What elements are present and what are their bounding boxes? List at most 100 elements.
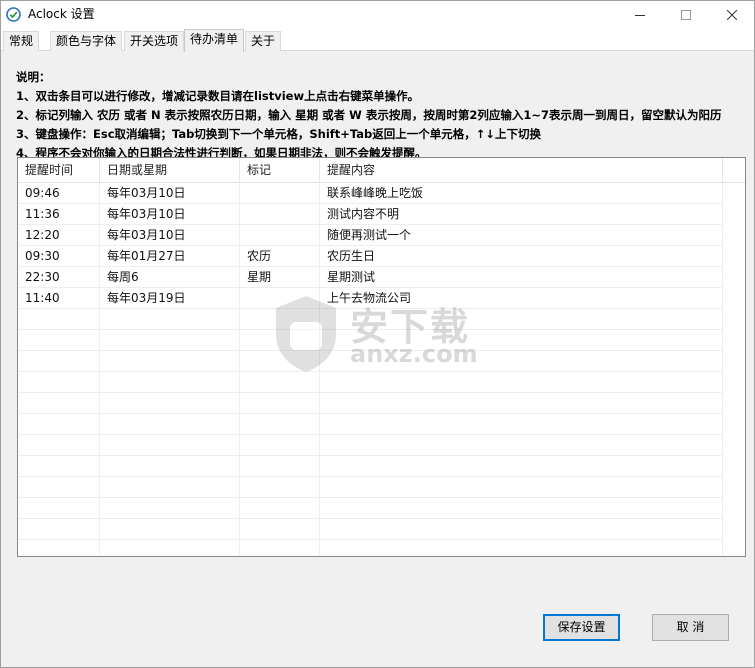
cell-date[interactable] [100,498,240,519]
cell-mark[interactable] [240,183,320,204]
cell-time[interactable]: 12:20 [18,225,100,246]
cell-mark[interactable] [240,519,320,540]
cell-date[interactable] [100,309,240,330]
cell-time[interactable]: 11:40 [18,288,100,309]
cell-content[interactable] [320,393,723,414]
cell-mark[interactable]: 星期 [240,267,320,288]
table-row[interactable] [18,498,745,519]
cell-time[interactable] [18,540,100,556]
cancel-button[interactable]: 取 消 [652,614,729,641]
cell-content[interactable] [320,519,723,540]
cell-date[interactable]: 每年03月19日 [100,288,240,309]
cell-content[interactable]: 随便再测试一个 [320,225,723,246]
column-header-time[interactable]: 提醒时间 [18,158,100,183]
todo-listview[interactable]: 提醒时间 日期或星期 标记 提醒内容 09:46 每年03月10日 联系峰峰晚上吃饭… [17,157,746,557]
cell-date[interactable]: 每年03月10日 [100,183,240,204]
cell-date[interactable] [100,351,240,372]
table-row[interactable] [18,435,745,456]
table-row[interactable]: 11:36 每年03月10日 测试内容不明 [18,204,745,225]
cell-time[interactable]: 22:30 [18,267,100,288]
table-row[interactable] [18,330,745,351]
cell-mark[interactable] [240,204,320,225]
table-row[interactable]: 12:20 每年03月10日 随便再测试一个 [18,225,745,246]
cell-content[interactable]: 星期测试 [320,267,723,288]
column-header-date[interactable]: 日期或星期 [100,158,240,183]
cell-date[interactable] [100,372,240,393]
table-row[interactable] [18,393,745,414]
cell-content[interactable] [320,351,723,372]
cell-mark[interactable] [240,435,320,456]
cell-content[interactable] [320,372,723,393]
save-settings-button[interactable]: 保存设置 [543,614,620,641]
column-header-content[interactable]: 提醒内容 [320,158,723,183]
cell-content[interactable] [320,435,723,456]
cell-date[interactable] [100,414,240,435]
tab-colors-fonts[interactable]: 颜色与字体 [50,31,123,51]
table-row[interactable] [18,351,745,372]
cell-mark[interactable] [240,309,320,330]
cell-date[interactable] [100,456,240,477]
table-row[interactable]: 09:46 每年03月10日 联系峰峰晚上吃饭 [18,183,745,204]
cell-time[interactable] [18,309,100,330]
maximize-button[interactable] [663,1,709,29]
cell-mark[interactable] [240,225,320,246]
cell-content[interactable]: 农历生日 [320,246,723,267]
cell-date[interactable]: 每年03月10日 [100,204,240,225]
cell-mark[interactable] [240,330,320,351]
cell-content[interactable]: 上午去物流公司 [320,288,723,309]
cell-mark[interactable] [240,372,320,393]
cell-date[interactable]: 每年01月27日 [100,246,240,267]
table-row[interactable] [18,309,745,330]
cell-date[interactable] [100,477,240,498]
tab-about[interactable]: 关于 [245,31,282,51]
cell-time[interactable] [18,519,100,540]
cell-mark[interactable] [240,351,320,372]
cell-content[interactable] [320,330,723,351]
cell-time[interactable] [18,498,100,519]
cell-content[interactable] [320,414,723,435]
cell-mark[interactable] [240,540,320,556]
cell-time[interactable] [18,414,100,435]
cell-mark[interactable] [240,288,320,309]
cell-content[interactable] [320,477,723,498]
cell-time[interactable] [18,456,100,477]
cell-date[interactable] [100,540,240,556]
table-row[interactable] [18,372,745,393]
cell-time[interactable] [18,393,100,414]
table-row[interactable]: 09:30 每年01月27日 农历 农历生日 [18,246,745,267]
cell-content[interactable] [320,309,723,330]
table-row[interactable]: 22:30 每周6 星期 星期测试 [18,267,745,288]
cell-date[interactable]: 每年03月10日 [100,225,240,246]
cell-time[interactable]: 09:46 [18,183,100,204]
cell-mark[interactable] [240,498,320,519]
cell-time[interactable] [18,372,100,393]
cell-mark[interactable]: 农历 [240,246,320,267]
tab-switch-options[interactable]: 开关选项 [124,31,185,51]
table-row[interactable] [18,477,745,498]
cell-date[interactable] [100,330,240,351]
cell-time[interactable] [18,351,100,372]
cell-date[interactable]: 每周6 [100,267,240,288]
cell-content[interactable]: 测试内容不明 [320,204,723,225]
cell-date[interactable] [100,519,240,540]
cell-content[interactable]: 联系峰峰晚上吃饭 [320,183,723,204]
cell-time[interactable]: 09:30 [18,246,100,267]
cell-time[interactable] [18,435,100,456]
table-row[interactable]: 11:40 每年03月19日 上午去物流公司 [18,288,745,309]
cell-mark[interactable] [240,456,320,477]
table-row[interactable] [18,540,745,556]
table-row[interactable] [18,519,745,540]
table-row[interactable] [18,414,745,435]
column-header-mark[interactable]: 标记 [240,158,320,183]
tab-todo-list[interactable]: 待办清单 [184,29,245,52]
tab-general[interactable]: 常规 [3,31,40,51]
cell-mark[interactable] [240,477,320,498]
cell-mark[interactable] [240,393,320,414]
cell-mark[interactable] [240,414,320,435]
cell-date[interactable] [100,435,240,456]
cell-content[interactable] [320,540,723,556]
cell-time[interactable] [18,330,100,351]
cell-time[interactable]: 11:36 [18,204,100,225]
minimize-button[interactable] [617,1,663,29]
cell-content[interactable] [320,456,723,477]
